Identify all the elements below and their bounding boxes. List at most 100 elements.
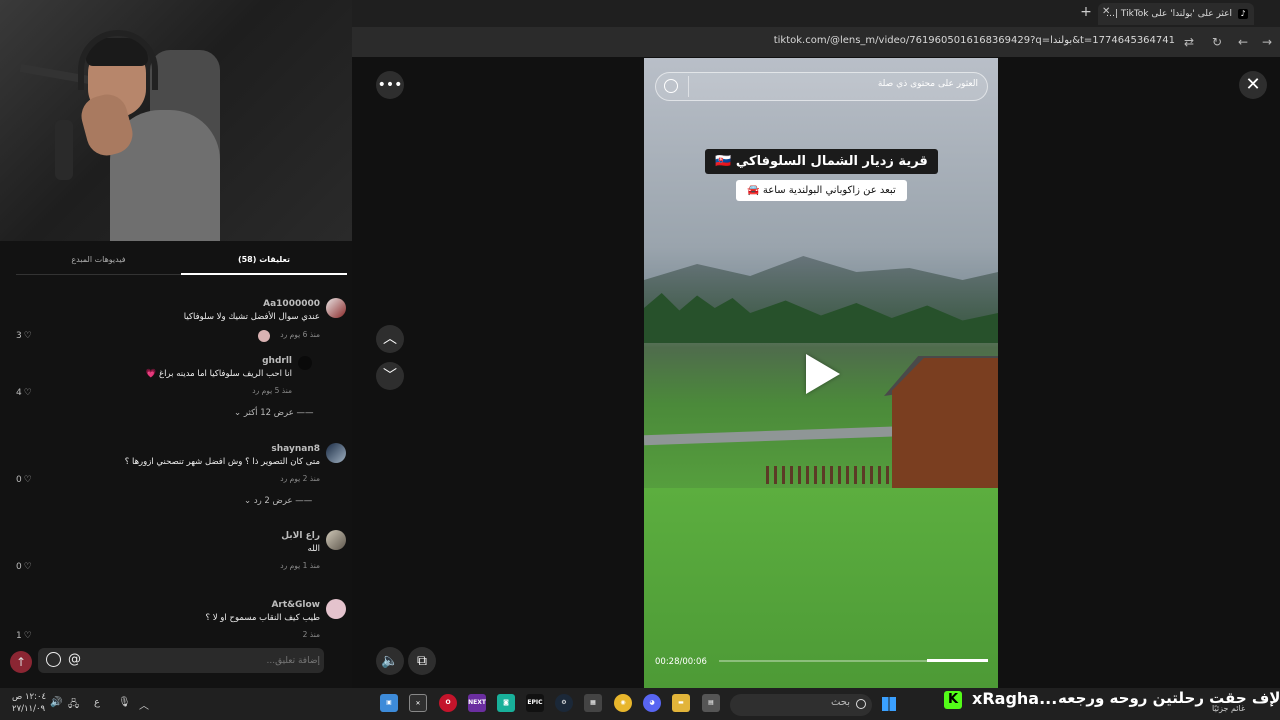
video-time: 00:28/00:06 bbox=[655, 657, 707, 667]
back-icon[interactable]: → bbox=[1259, 34, 1275, 50]
comment-user[interactable]: shaynan8 bbox=[200, 444, 320, 454]
video-search-placeholder[interactable]: العثور على محتوى ذي صلة bbox=[700, 79, 978, 89]
avatar[interactable] bbox=[326, 599, 346, 619]
mention-icon[interactable]: @ bbox=[68, 652, 81, 667]
video-caption-subtitle: تبعد عن زاكوباني البولندية ساعة 🚘 bbox=[736, 180, 907, 201]
search-divider bbox=[688, 76, 689, 97]
clock-date[interactable]: ٢٧/١١/٠٩ bbox=[12, 704, 45, 714]
comment-text: متى كان التصوير ذا ؟ وش افضل شهر تنصحني … bbox=[124, 457, 320, 467]
volume-icon[interactable]: 🔈 bbox=[376, 647, 404, 675]
site-settings-icon[interactable]: ⇄ bbox=[1181, 34, 1197, 50]
avatar[interactable] bbox=[326, 530, 346, 550]
tab-title: اعثر على 'بولندا' على TikTok | بحث bbox=[1104, 9, 1232, 19]
app-icon-window[interactable]: ▣ bbox=[380, 694, 398, 712]
like-number: 0 bbox=[16, 475, 22, 485]
view-more-replies[interactable]: —— عرض 2 رد ⌄ bbox=[244, 496, 312, 506]
more-options-icon[interactable]: ••• bbox=[376, 71, 404, 99]
heart-icon: ♡ bbox=[23, 388, 32, 398]
creator-like-avatar bbox=[258, 330, 270, 342]
more-replies-label: عرض 12 أكثر bbox=[243, 408, 294, 418]
comment-input[interactable] bbox=[90, 652, 320, 669]
emoji-icon[interactable] bbox=[46, 652, 61, 667]
play-icon[interactable] bbox=[806, 354, 840, 394]
new-tab-button[interactable]: + bbox=[1078, 4, 1094, 22]
tab-comments[interactable]: تعليقات (58) bbox=[181, 249, 347, 275]
microphone-icon[interactable]: 🎙 bbox=[118, 697, 131, 708]
like-count[interactable]: 0 ♡ bbox=[16, 475, 32, 485]
send-button[interactable]: ↑ bbox=[10, 651, 32, 673]
avatar[interactable] bbox=[326, 443, 346, 463]
progress-fill bbox=[927, 659, 988, 662]
url-text[interactable]: tiktok.com/@lens_m/video/761960501616836… bbox=[760, 35, 1175, 46]
clock-time[interactable]: ١٢:٠٤ ص bbox=[12, 692, 46, 702]
app-icon-snip[interactable]: ✕ bbox=[409, 694, 427, 712]
view-more-replies[interactable]: —— عرض 12 أكثر ⌄ bbox=[234, 408, 313, 418]
previous-video-icon[interactable]: ︿ bbox=[376, 325, 404, 353]
weather-text[interactable]: غائم جزئيًا bbox=[1212, 704, 1245, 713]
search-icon[interactable] bbox=[664, 79, 678, 93]
store-icon[interactable]: ▦ bbox=[584, 694, 602, 712]
epic-games-icon[interactable]: EPIC bbox=[526, 694, 544, 712]
video-caption-title: قرية زديار الشمال السلوفاكي 🇸🇰 bbox=[705, 149, 938, 174]
heart-icon: ♡ bbox=[23, 475, 32, 485]
language-indicator[interactable]: ع bbox=[94, 697, 100, 708]
heart-icon: ♡ bbox=[23, 562, 32, 572]
app-icon-gray[interactable]: ▤ bbox=[702, 694, 720, 712]
comment-user[interactable]: ghdrll bbox=[200, 356, 292, 366]
comment-text: الله bbox=[307, 544, 320, 554]
reload-icon[interactable]: ↻ bbox=[1209, 34, 1225, 50]
tab-close-icon[interactable]: ✕ bbox=[1102, 6, 1110, 17]
comment-text: انا احب الريف سلوفاكيا اما مدينه براغ 💗 bbox=[145, 369, 292, 379]
like-number: 1 bbox=[16, 631, 22, 640]
opera-icon[interactable]: O bbox=[439, 694, 457, 712]
steam-icon[interactable]: ⚙ bbox=[555, 694, 573, 712]
wooden-cabin bbox=[892, 358, 998, 488]
picture-in-picture-icon[interactable]: ⧉ bbox=[408, 647, 436, 675]
windows-start-icon[interactable] bbox=[882, 697, 896, 711]
like-count[interactable]: 4 ♡ bbox=[16, 388, 32, 398]
microphone bbox=[55, 120, 73, 180]
like-number: 4 bbox=[16, 388, 22, 398]
next-app-icon[interactable]: NEXT bbox=[468, 694, 486, 712]
like-number: 3 bbox=[16, 331, 22, 341]
chevron-up-icon[interactable]: ︿ bbox=[139, 697, 149, 712]
chat-ticker: الإف حقت رحلتين روحه ورجعه bbox=[1058, 689, 1280, 707]
avatar[interactable] bbox=[298, 356, 312, 370]
headset bbox=[78, 30, 158, 90]
comment-meta[interactable]: منذ 6 يوم رد bbox=[220, 330, 320, 339]
panel-tabs: تعليقات (58) فيديوهات المبدع bbox=[0, 249, 352, 275]
fence bbox=[766, 466, 908, 484]
comment-meta[interactable]: منذ 2 bbox=[220, 630, 320, 640]
like-count[interactable]: 0 ♡ bbox=[16, 562, 32, 572]
comment-user[interactable]: Art&Glow bbox=[200, 600, 320, 610]
browser-tab[interactable]: ♪ اعثر على 'بولندا' على TikTok | بحث ✕ bbox=[1098, 3, 1254, 25]
speaker-icon[interactable]: 🔊 bbox=[50, 697, 62, 708]
webcam-feed bbox=[0, 0, 352, 241]
file-explorer-icon[interactable]: ▬ bbox=[672, 694, 690, 712]
taskbar-search-text[interactable]: بحث bbox=[795, 697, 850, 708]
tiktok-icon: ♪ bbox=[1238, 9, 1248, 19]
forward-icon[interactable]: ← bbox=[1235, 34, 1251, 50]
next-video-icon[interactable]: ﹀ bbox=[376, 362, 404, 390]
discord-icon[interactable]: ◕ bbox=[643, 694, 661, 712]
channel-name: xRagha... bbox=[972, 689, 1058, 708]
chrome-icon[interactable]: ◉ bbox=[614, 694, 632, 712]
close-icon[interactable]: ✕ bbox=[1239, 71, 1267, 99]
more-replies-label: عرض 2 رد bbox=[253, 496, 293, 506]
search-icon[interactable] bbox=[856, 699, 866, 709]
comment-user[interactable]: راع الابل bbox=[200, 531, 320, 541]
comment-text: طيب كيف النقاب مسموح او لا ؟ bbox=[205, 613, 320, 623]
tab-creator-videos[interactable]: فيديوهات المبدع bbox=[16, 249, 181, 275]
like-count[interactable]: 1 ♡ bbox=[16, 631, 32, 640]
app-icon-teal[interactable]: ◙ bbox=[497, 694, 515, 712]
like-number: 0 bbox=[16, 562, 22, 572]
comment-meta[interactable]: منذ 5 يوم رد bbox=[200, 386, 292, 395]
like-count[interactable]: 3 ♡ bbox=[16, 331, 32, 341]
avatar[interactable] bbox=[326, 298, 346, 318]
network-icon[interactable]: 🖧 bbox=[68, 697, 79, 714]
comment-user[interactable]: Aa1000000 bbox=[200, 299, 320, 309]
heart-icon: ♡ bbox=[23, 331, 32, 341]
comment-meta[interactable]: منذ 2 يوم رد bbox=[220, 474, 320, 483]
heart-icon: ♡ bbox=[23, 631, 32, 640]
comment-meta[interactable]: منذ 1 يوم رد bbox=[220, 561, 320, 570]
